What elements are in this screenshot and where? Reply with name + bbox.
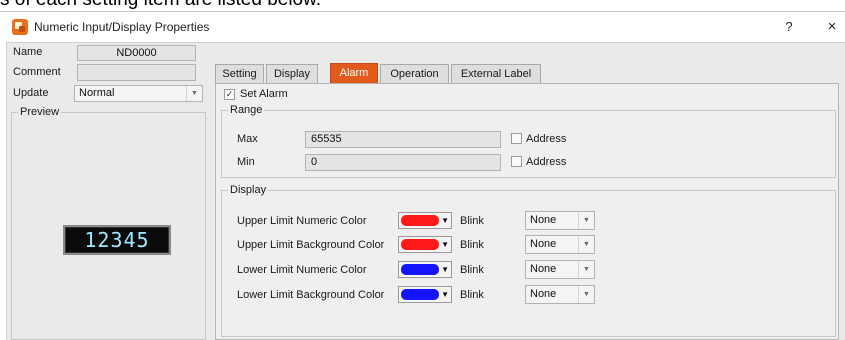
upper-background-color-picker[interactable]: ▼ [398,236,452,253]
triangle-down-icon: ▼ [441,265,449,274]
min-address-label: Address [526,156,567,168]
comment-label: Comment [13,66,61,78]
tab-operation[interactable]: Operation [380,64,449,83]
lower-numeric-color-label: Lower Limit Numeric Color [237,264,367,276]
tab-alarm[interactable]: Alarm [330,63,378,83]
chevron-down-icon[interactable]: ▼ [578,212,594,229]
background-document-text: s of each setting item are listed below. [0,0,845,11]
app-icon [12,19,28,35]
dialog-client-area: Name ND0000 Comment Update Normal ▼ Prev… [6,42,845,340]
blink-label: Blink [460,239,484,251]
display-group-title: Display [228,184,269,196]
update-select-value: Normal [79,87,115,99]
chevron-down-icon[interactable]: ▼ [186,86,202,101]
lower-background-color-label: Lower Limit Background Color [237,289,385,301]
tab-display[interactable]: Display [266,64,318,83]
dialog-title: Numeric Input/Display Properties [34,20,210,34]
min-label: Min [237,156,255,168]
range-group-title: Range [228,104,265,116]
preview-group-title: Preview [18,106,62,118]
blink-select-value: None [530,214,557,226]
help-button[interactable]: ? [769,14,809,40]
lower-numeric-blink-select[interactable]: None ▼ [525,260,595,279]
chevron-down-icon[interactable]: ▼ [578,261,594,278]
blink-select-value: None [530,288,557,300]
chevron-down-icon[interactable]: ▼ [578,286,594,303]
triangle-down-icon: ▼ [441,240,449,249]
name-field[interactable]: ND0000 [77,45,196,61]
upper-background-blink-select[interactable]: None ▼ [525,235,595,254]
max-label: Max [237,133,258,145]
max-input[interactable]: 65535 [305,131,501,148]
upper-numeric-color-label: Upper Limit Numeric Color [237,215,367,227]
update-select[interactable]: Normal ▼ [74,85,203,102]
color-swatch [401,215,439,226]
alarm-tab-panel: ✓ Set Alarm Range Max 65535 Address Min … [215,83,839,340]
min-address-checkbox[interactable] [511,156,522,167]
properties-dialog: Numeric Input/Display Properties ? × Nam… [0,11,845,340]
lower-numeric-color-picker[interactable]: ▼ [398,261,452,278]
color-swatch [401,239,439,250]
close-button[interactable]: × [812,14,845,40]
max-address-checkbox[interactable] [511,133,522,144]
blink-select-value: None [530,263,557,275]
lower-background-blink-select[interactable]: None ▼ [525,285,595,304]
blink-label: Blink [460,264,484,276]
blink-select-value: None [530,238,557,250]
upper-numeric-blink-select[interactable]: None ▼ [525,211,595,230]
preview-digits: 12345 [84,228,150,252]
min-input[interactable]: 0 [305,154,501,171]
blink-label: Blink [460,215,484,227]
tab-external-label[interactable]: External Label [451,64,541,83]
name-label: Name [13,46,43,58]
color-swatch [401,264,439,275]
chevron-down-icon[interactable]: ▼ [578,236,594,253]
upper-background-color-label: Upper Limit Background Color [237,239,385,251]
set-alarm-checkbox[interactable]: ✓ [224,89,235,100]
color-swatch [401,289,439,300]
title-bar: Numeric Input/Display Properties ? × [0,12,845,42]
lower-background-color-picker[interactable]: ▼ [398,286,452,303]
blink-label: Blink [460,289,484,301]
triangle-down-icon: ▼ [441,216,449,225]
max-address-label: Address [526,133,567,145]
comment-field[interactable] [77,64,196,81]
numeric-display-preview: 12345 [63,225,171,255]
tab-setting[interactable]: Setting [215,64,264,83]
set-alarm-label: Set Alarm [240,88,288,100]
triangle-down-icon: ▼ [441,290,449,299]
update-label: Update [13,87,49,99]
upper-numeric-color-picker[interactable]: ▼ [398,212,452,229]
